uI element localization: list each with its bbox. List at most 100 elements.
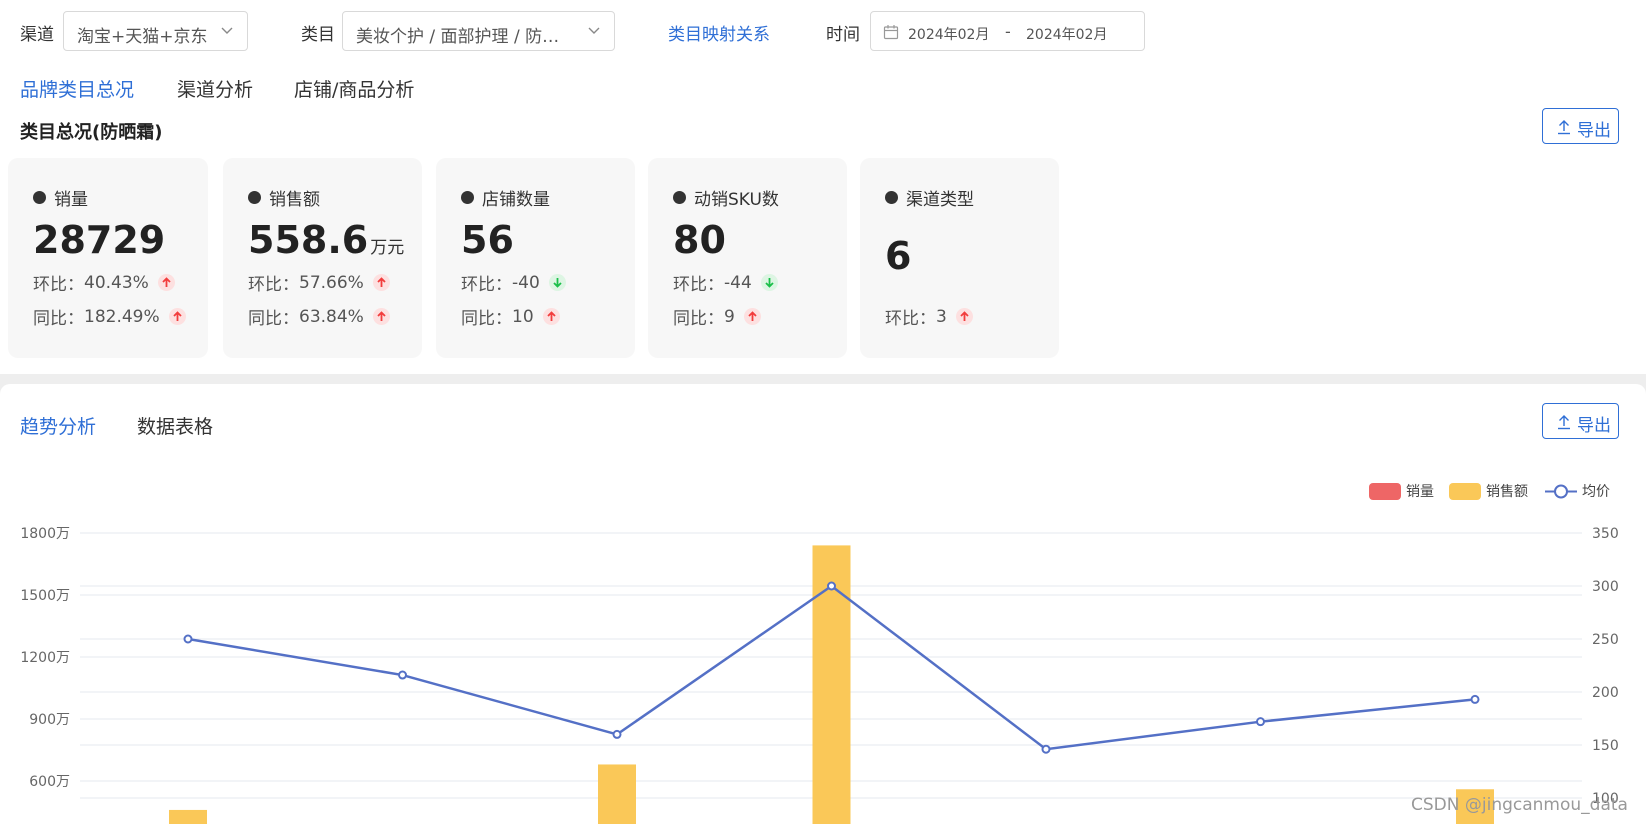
calendar-icon bbox=[883, 25, 899, 40]
kpi-card: 渠道类型 6 环比： 3 bbox=[860, 158, 1059, 358]
compare-label: 环比： bbox=[461, 275, 512, 295]
kpi-value: 56 bbox=[461, 218, 514, 262]
compare-value: 182.49% bbox=[84, 306, 160, 327]
kpi-compare-row: 环比： 57.66% bbox=[248, 270, 390, 295]
arrow-down-icon bbox=[760, 274, 778, 291]
kpi-name: 销量 bbox=[33, 185, 88, 210]
kpi-value-number: 28729 bbox=[33, 218, 166, 262]
channel-select[interactable]: 淘宝+天猫+京东 bbox=[63, 11, 248, 51]
kpi-card: 销售额 558.6 万元 环比： 57.66% 同比： 63.84% bbox=[223, 158, 422, 358]
bullet-dot-icon bbox=[673, 191, 686, 204]
legend-swatch bbox=[1369, 482, 1401, 500]
legend-line-marker-icon bbox=[1545, 484, 1577, 498]
legend-sales-volume[interactable]: 销量 bbox=[1369, 481, 1434, 501]
kpi-name: 销售额 bbox=[248, 185, 320, 210]
kpi-compare-row: 同比： 9 bbox=[673, 304, 761, 329]
date-range-picker[interactable]: 2024年02月 - 2024年02月 bbox=[870, 11, 1145, 51]
trend-panel: 趋势分析 数据表格 导出 销量 销售额 均价 bbox=[0, 384, 1646, 824]
arrow-up-icon bbox=[955, 308, 973, 325]
legend-swatch bbox=[1449, 482, 1481, 500]
compare-value: 9 bbox=[724, 306, 735, 327]
upload-icon bbox=[1558, 415, 1570, 430]
bullet-dot-icon bbox=[33, 191, 46, 204]
compare-label: 环比： bbox=[248, 275, 299, 295]
bullet-dot-icon bbox=[885, 191, 898, 204]
compare-label: 同比： bbox=[461, 309, 512, 329]
legend-avg-price[interactable]: 均价 bbox=[1545, 481, 1610, 501]
arrow-up-icon bbox=[372, 274, 390, 291]
watermark: CSDN @jingcanmou_data bbox=[1411, 795, 1628, 815]
kpi-name-text: 渠道类型 bbox=[906, 190, 974, 210]
kpi-name-text: 店铺数量 bbox=[482, 190, 550, 210]
channel-select-value: 淘宝+天猫+京东 bbox=[77, 27, 208, 47]
kpi-compare-row: 同比： 63.84% bbox=[248, 304, 390, 329]
overview-panel: 渠道 淘宝+天猫+京东 类目 美妆个护 / 面部护理 / 防… 类目映射关系 时… bbox=[0, 0, 1646, 374]
legend-sales-amount[interactable]: 销售额 bbox=[1449, 481, 1528, 501]
kpi-compare-row: 环比： 3 bbox=[885, 304, 973, 329]
kpi-value: 558.6 万元 bbox=[248, 218, 404, 262]
tab-channel-analysis[interactable]: 渠道分析 bbox=[177, 75, 253, 102]
upload-icon bbox=[1558, 120, 1570, 135]
compare-label: 同比： bbox=[248, 309, 299, 329]
compare-value: 3 bbox=[936, 306, 947, 327]
kpi-value-number: 6 bbox=[885, 234, 912, 278]
compare-label: 环比： bbox=[673, 275, 724, 295]
arrow-up-icon bbox=[372, 308, 390, 325]
section-title: 类目总况(防晒霜) bbox=[20, 122, 163, 143]
compare-value: -40 bbox=[512, 272, 540, 293]
kpi-name-text: 动销SKU数 bbox=[694, 190, 779, 210]
date-start[interactable]: 2024年02月 bbox=[908, 24, 989, 44]
kpi-value: 6 bbox=[885, 234, 911, 278]
kpi-card: 店铺数量 56 环比： -40 同比： 10 bbox=[436, 158, 635, 358]
legend-label: 均价 bbox=[1582, 484, 1610, 500]
compare-label: 同比： bbox=[33, 309, 84, 329]
legend-label: 销售额 bbox=[1486, 484, 1528, 500]
category-mapping-link[interactable]: 类目映射关系 bbox=[668, 20, 770, 45]
tab-brand-category-overview[interactable]: 品牌类目总况 bbox=[20, 75, 134, 102]
kpi-value: 28729 bbox=[33, 218, 165, 262]
kpi-name: 渠道类型 bbox=[885, 185, 974, 210]
arrow-up-icon bbox=[157, 274, 175, 291]
time-label: 时间 bbox=[826, 25, 860, 45]
kpi-value-number: 80 bbox=[673, 218, 726, 262]
export-button-label: 导出 bbox=[1577, 416, 1611, 436]
compare-label: 环比： bbox=[885, 309, 936, 329]
kpi-compare-row: 同比： 182.49% bbox=[33, 304, 186, 329]
compare-label: 环比： bbox=[33, 275, 84, 295]
category-select[interactable]: 美妆个护 / 面部护理 / 防… bbox=[342, 11, 615, 51]
chevron-down-icon bbox=[221, 27, 233, 34]
bullet-dot-icon bbox=[248, 191, 261, 204]
compare-value: 10 bbox=[512, 306, 534, 327]
compare-value: -44 bbox=[724, 272, 752, 293]
category-select-value: 美妆个护 / 面部护理 / 防… bbox=[356, 27, 560, 47]
chevron-down-icon bbox=[588, 27, 600, 34]
kpi-card: 销量 28729 环比： 40.43% 同比： 182.49% bbox=[8, 158, 208, 358]
kpi-card: 动销SKU数 80 环比： -44 同比： 9 bbox=[648, 158, 847, 358]
export-button[interactable]: 导出 bbox=[1542, 108, 1619, 144]
channel-label: 渠道 bbox=[20, 25, 54, 45]
tab-shop-product-analysis[interactable]: 店铺/商品分析 bbox=[294, 75, 414, 102]
kpi-name-text: 销量 bbox=[54, 190, 88, 210]
arrow-up-icon bbox=[743, 308, 761, 325]
kpi-compare-row: 环比： -44 bbox=[673, 270, 778, 295]
kpi-name-text: 销售额 bbox=[269, 190, 320, 210]
compare-value: 40.43% bbox=[84, 272, 149, 293]
tab-trend-analysis[interactable]: 趋势分析 bbox=[20, 412, 96, 439]
trend-export-button[interactable]: 导出 bbox=[1542, 403, 1619, 439]
arrow-up-icon bbox=[168, 308, 186, 325]
tab-data-table[interactable]: 数据表格 bbox=[137, 412, 213, 439]
date-end[interactable]: 2024年02月 bbox=[1026, 24, 1107, 44]
kpi-value-number: 56 bbox=[461, 218, 514, 262]
export-button-label: 导出 bbox=[1577, 121, 1611, 141]
kpi-compare-row: 环比： -40 bbox=[461, 270, 566, 295]
kpi-compare-row: 同比： 10 bbox=[461, 304, 560, 329]
compare-value: 57.66% bbox=[299, 272, 364, 293]
kpi-name: 店铺数量 bbox=[461, 185, 550, 210]
kpi-value-unit: 万元 bbox=[370, 238, 405, 258]
arrow-down-icon bbox=[548, 274, 566, 291]
kpi-name: 动销SKU数 bbox=[673, 185, 779, 210]
kpi-compare-row: 环比： 40.43% bbox=[33, 270, 175, 295]
kpi-value: 80 bbox=[673, 218, 726, 262]
compare-value: 63.84% bbox=[299, 306, 364, 327]
compare-label: 同比： bbox=[673, 309, 724, 329]
